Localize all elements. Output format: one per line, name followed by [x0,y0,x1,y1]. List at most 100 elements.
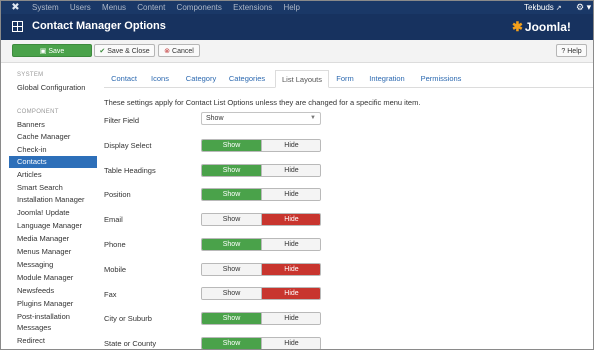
app-window: ✖ System Users Menus Content Components … [0,0,594,350]
page-title: Contact Manager Options [32,20,166,32]
sidebar-item-smart-search[interactable]: Smart Search [9,182,97,194]
tab-icons[interactable]: Icons [146,70,174,87]
filter-field-select[interactable]: Show ▼ [201,112,321,125]
sidebar-item-post-installation-messages[interactable]: Messages [9,322,97,334]
fax-show-option[interactable]: Show [202,288,261,299]
save-icon: ▣ [39,48,47,55]
sidebar-heading-system: SYSTEM [17,72,44,78]
sidebar-item-module-manager[interactable]: Module Manager [9,272,97,284]
menu-content[interactable]: Content [137,1,165,14]
sidebar-item-check-in[interactable]: Check-in [9,144,97,156]
email-show-option[interactable]: Show [202,214,261,225]
sidebar-item-banners[interactable]: Banners [9,119,97,131]
menu-help[interactable]: Help [284,1,300,14]
phone-toggle: Show Hide [201,238,321,251]
sidebar-item-menus-manager[interactable]: Menus Manager [9,246,97,258]
tab-permissions[interactable]: Permissions [416,70,466,87]
help-label: Help [567,48,582,55]
options-icon [12,21,23,32]
fax-toggle: Show Hide [201,287,321,300]
mobile-show-option[interactable]: Show [202,264,261,275]
tab-category[interactable]: Category [182,70,220,87]
brand-text: Joomla! [524,20,571,34]
user-menu-gear-icon[interactable]: ⚙ ▾ [576,1,591,14]
sidebar-item-cache-manager[interactable]: Cache Manager [9,131,97,143]
sidebar: SYSTEM Global Configuration COMPONENT Ba… [1,63,97,349]
sidebar-item-global-configuration[interactable]: Global Configuration [9,82,97,94]
position-toggle: Show Hide [201,188,321,201]
external-link-icon: ↗ [555,5,562,12]
page-header: Contact Manager Options ✱ Joomla! [1,14,593,40]
sidebar-item-installation-manager[interactable]: Installation Manager [9,194,97,206]
mobile-hide-option[interactable]: Hide [262,264,320,275]
save-label: Save [48,48,65,55]
sidebar-item-messaging[interactable]: Messaging [9,259,97,271]
table-headings-toggle: Show Hide [201,164,321,177]
phone-label: Phone [104,240,126,249]
check-icon: ✔ [99,48,106,55]
help-icon: ? [561,48,566,55]
fax-label: Fax [104,290,117,299]
site-name: Tekbuds [524,3,554,12]
site-link[interactable]: Tekbuds ↗ [524,1,562,15]
sidebar-item-joomla-update[interactable]: Joomla! Update [9,207,97,219]
state-or-county-hide-option[interactable]: Hide [262,338,320,349]
mobile-toggle: Show Hide [201,263,321,276]
cancel-icon: ⊗ [164,48,171,55]
menu-system[interactable]: System [32,1,59,14]
menu-components[interactable]: Components [177,1,222,14]
tab-integration[interactable]: Integration [364,70,410,87]
position-label: Position [104,190,131,199]
cancel-label: Cancel [172,48,194,55]
city-or-suburb-show-option[interactable]: Show [202,313,261,324]
filter-field-label: Filter Field [104,116,140,125]
tab-categories[interactable]: Categories [226,70,268,87]
joomla-logo-icon[interactable]: ✖ [10,2,21,13]
menu-users[interactable]: Users [70,1,91,14]
fax-hide-option[interactable]: Hide [262,288,320,299]
phone-show-option[interactable]: Show [202,239,261,250]
email-toggle: Show Hide [201,213,321,226]
menu-extensions[interactable]: Extensions [233,1,272,14]
display-select-toggle: Show Hide [201,139,321,152]
chevron-down-icon: ▼ [310,115,316,121]
position-hide-option[interactable]: Hide [262,189,320,200]
joomla-star-icon: ✱ [512,19,523,34]
tab-contact[interactable]: Contact [108,70,140,87]
mobile-label: Mobile [104,265,127,274]
cancel-button[interactable]: ⊗ Cancel [158,44,200,57]
menu-menus[interactable]: Menus [102,1,126,14]
admin-menu-bar: ✖ System Users Menus Content Components … [1,1,593,14]
state-or-county-toggle: Show Hide [201,337,321,349]
tab-form[interactable]: Form [332,70,358,87]
table-headings-label: Table Headings [104,166,156,175]
sidebar-item-media-manager[interactable]: Media Manager [9,233,97,245]
tab-list-layouts[interactable]: List Layouts [275,70,329,88]
display-select-hide-option[interactable]: Hide [262,140,320,151]
sidebar-item-redirect[interactable]: Redirect [9,335,97,347]
sidebar-heading-component: COMPONENT [17,109,59,115]
filter-field-value: Show [206,115,224,122]
options-tabs: Contact Icons Category Categories List L… [104,70,593,88]
save-close-label: Save & Close [107,48,150,55]
city-or-suburb-label: City or Suburb [104,314,152,323]
save-close-button[interactable]: ✔ Save & Close [94,44,155,57]
sidebar-item-language-manager[interactable]: Language Manager [9,220,97,232]
state-or-county-show-option[interactable]: Show [202,338,261,349]
help-button[interactable]: ? Help [556,44,587,57]
table-headings-show-option[interactable]: Show [202,165,261,176]
phone-hide-option[interactable]: Hide [262,239,320,250]
display-select-label: Display Select [104,141,152,150]
position-show-option[interactable]: Show [202,189,261,200]
save-button[interactable]: ▣ Save [12,44,92,57]
sidebar-item-plugins-manager[interactable]: Plugins Manager [9,298,97,310]
email-hide-option[interactable]: Hide [262,214,320,225]
city-or-suburb-hide-option[interactable]: Hide [262,313,320,324]
table-headings-hide-option[interactable]: Hide [262,165,320,176]
city-or-suburb-toggle: Show Hide [201,312,321,325]
admin-menu: System Users Menus Content Components Ex… [32,1,309,14]
sidebar-item-articles[interactable]: Articles [9,169,97,181]
display-select-show-option[interactable]: Show [202,140,261,151]
sidebar-item-newsfeeds[interactable]: Newsfeeds [9,285,97,297]
sidebar-item-contacts[interactable]: Contacts [9,156,97,168]
